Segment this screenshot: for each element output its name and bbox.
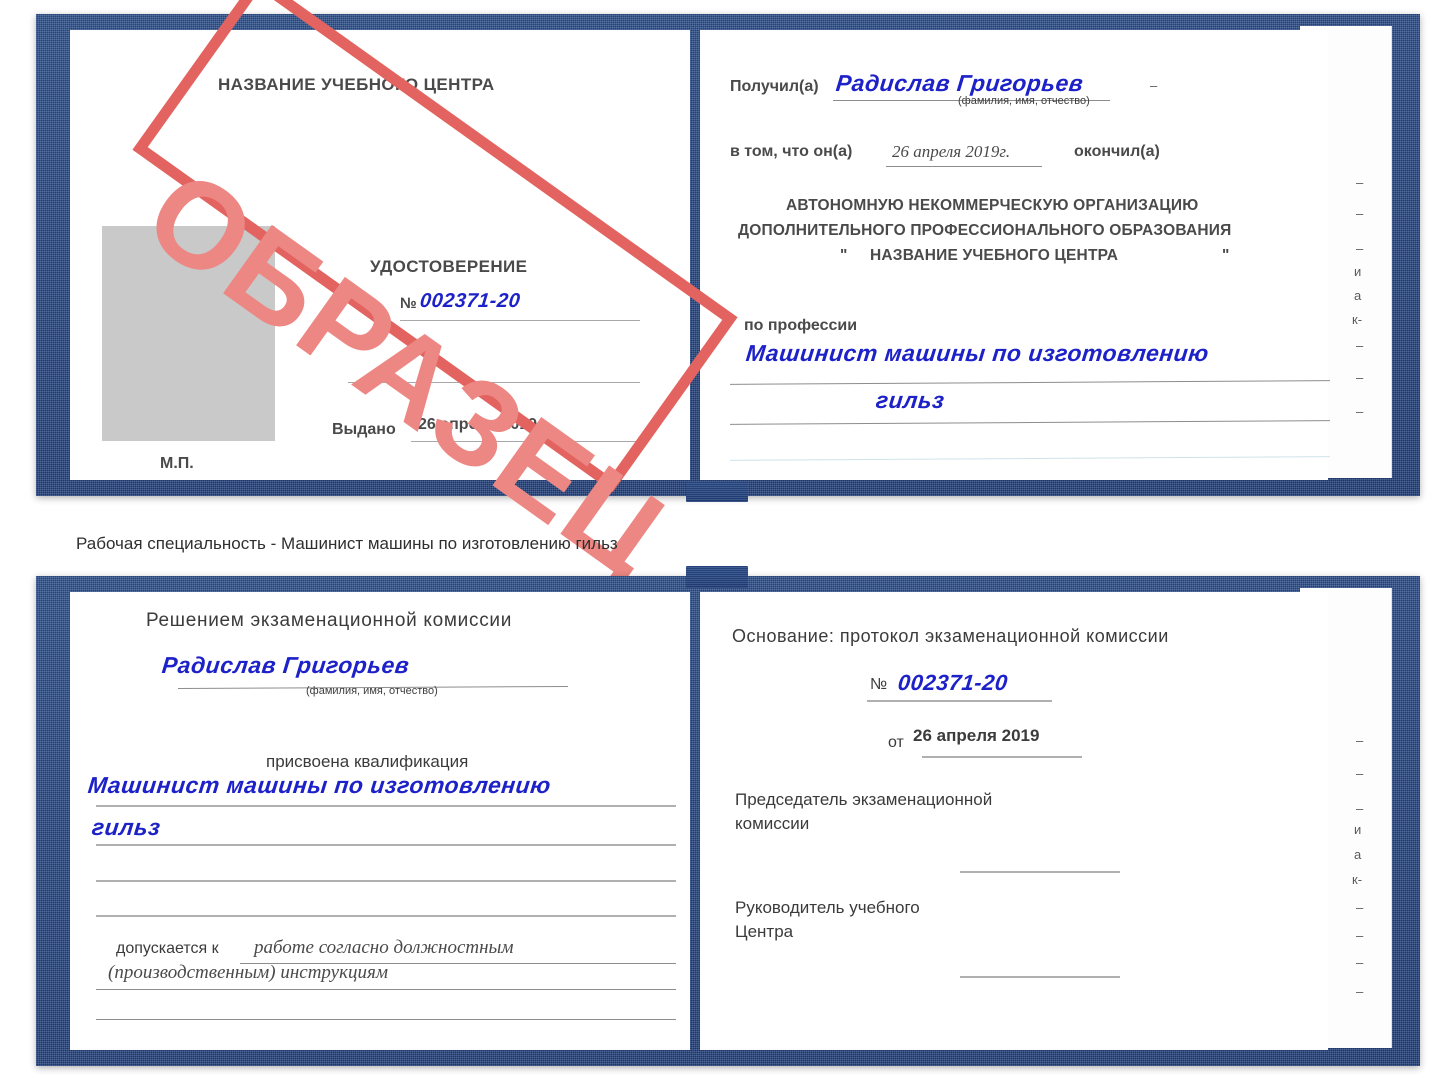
certificate-bottom-right-content: Основание: протокол экзаменационной коми… bbox=[700, 592, 1328, 1050]
basis-label: Основание: протокол экзаменационной коми… bbox=[732, 626, 1169, 646]
edge-mark-top-5: к- bbox=[1352, 312, 1363, 327]
organization-quote-close: " bbox=[1222, 247, 1230, 264]
document-type-label: УДОСТОВЕРЕНИЕ bbox=[370, 257, 528, 276]
head-label-line-1: Руководитель учебного bbox=[735, 898, 920, 917]
head-label-line-2: Центра bbox=[735, 922, 794, 941]
admitted-rule-2 bbox=[96, 989, 676, 990]
qualification-rule-2 bbox=[96, 844, 676, 846]
edge-mark-top-3: и bbox=[1354, 264, 1362, 279]
qualification-rule-1 bbox=[96, 805, 676, 807]
protocol-date-underline bbox=[922, 756, 1082, 758]
edge-mark-top-7: – bbox=[1356, 370, 1364, 385]
qualification-rule-4 bbox=[96, 915, 676, 917]
certificate-number-top-left: 002371-20 bbox=[418, 290, 522, 312]
admitted-rule-3 bbox=[96, 1019, 676, 1020]
certificate-sample-image: НАЗВАНИЕ УЧЕБНОГО ЦЕНТРА УДОСТОВЕРЕНИЕ №… bbox=[0, 0, 1448, 1085]
admitted-label: допускается к bbox=[116, 940, 219, 957]
graduate-name-value: Радислав Григорьев bbox=[160, 652, 411, 678]
admitted-value-line-2: (производственным) инструкциям bbox=[108, 962, 388, 983]
photo-placeholder bbox=[102, 226, 275, 441]
edge-mark-bottom-6: – bbox=[1356, 900, 1364, 915]
edge-mark-bottom-8: – bbox=[1356, 955, 1364, 970]
edge-mark-bottom-9: – bbox=[1356, 984, 1364, 999]
admitted-value-line-1: работе согласно должностным bbox=[254, 937, 514, 958]
profession-rule-2 bbox=[730, 420, 1330, 425]
certificate-bottom-spine-tab-top bbox=[686, 566, 748, 588]
qualification-value-line-1: Машинист машины по изготовлению bbox=[86, 772, 553, 798]
number-symbol-top-left: № bbox=[400, 295, 417, 312]
issued-date-value: 26 апреля 2019 bbox=[418, 416, 538, 433]
issued-underline bbox=[411, 441, 640, 442]
number-underline-top-left bbox=[400, 320, 640, 321]
certificate-top-left-content: НАЗВАНИЕ УЧЕБНОГО ЦЕНТРА УДОСТОВЕРЕНИЕ №… bbox=[70, 30, 690, 480]
head-signature-line bbox=[960, 976, 1120, 978]
edge-mark-bottom-2: – bbox=[1356, 801, 1364, 816]
name-hint-top: (фамилия, имя, отчество) bbox=[958, 95, 1090, 107]
qualification-value-line-2: гильз bbox=[90, 814, 162, 840]
organization-quote-open: " bbox=[840, 247, 848, 264]
image-caption: Рабочая специальность - Машинист машины … bbox=[76, 534, 618, 553]
chairman-label-line-2: комиссии bbox=[735, 814, 810, 833]
finished-label: окончил(а) bbox=[1074, 143, 1160, 160]
certificate-bottom-left-content: Решением экзаменационной комиссии Радисл… bbox=[70, 592, 690, 1050]
blank-line-top-left bbox=[348, 382, 640, 383]
in-that-label: в том, что он(а) bbox=[730, 143, 853, 160]
edge-mark-top-4: а bbox=[1354, 288, 1362, 303]
completion-date-underline bbox=[886, 166, 1042, 167]
chairman-label-line-1: Председатель экзаменационной bbox=[735, 790, 993, 809]
edge-mark-bottom-0: – bbox=[1356, 733, 1364, 748]
edge-mark-top-2: – bbox=[1356, 241, 1364, 256]
edge-mark-top-1: – bbox=[1356, 206, 1364, 221]
completion-date-value: 26 апреля 2019г. bbox=[892, 142, 1011, 161]
received-by-label: Получил(а) bbox=[730, 78, 819, 95]
received-by-value: Радислав Григорьев bbox=[834, 70, 1085, 96]
profession-value-line-2: гильз bbox=[874, 387, 946, 413]
edge-mark-bottom-4: а bbox=[1354, 847, 1362, 862]
profession-label: по профессии bbox=[744, 317, 858, 334]
edge-mark-bottom-3: и bbox=[1354, 822, 1362, 837]
chairman-signature-line bbox=[960, 871, 1120, 873]
edge-mark-bottom-5: к- bbox=[1352, 872, 1363, 887]
protocol-date-label: от bbox=[888, 734, 904, 751]
decision-title: Решением экзаменационной комиссии bbox=[146, 610, 513, 631]
profession-rule-3 bbox=[730, 456, 1330, 461]
organization-line-2: ДОПОЛНИТЕЛЬНОГО ПРОФЕССИОНАЛЬНОГО ОБРАЗО… bbox=[738, 222, 1232, 239]
edge-mark-bottom-7: – bbox=[1356, 928, 1364, 943]
organization-line-3: НАЗВАНИЕ УЧЕБНОГО ЦЕНТРА bbox=[870, 247, 1119, 264]
edge-dash-top-right-0: – bbox=[1150, 78, 1158, 93]
organization-line-1: АВТОНОМНУЮ НЕКОММЕРЧЕСКУЮ ОРГАНИЗАЦИЮ bbox=[786, 197, 1199, 214]
certificate-top-right-content: Получил(а) Радислав Григорьев (фамилия, … bbox=[700, 30, 1330, 480]
qualification-label: присвоена квалификация bbox=[266, 752, 469, 771]
edge-mark-bottom-1: – bbox=[1356, 766, 1364, 781]
profession-value-line-1: Машинист машины по изготовлению bbox=[744, 340, 1211, 366]
seal-place-label: М.П. bbox=[160, 455, 194, 472]
name-hint-bottom: (фамилия, имя, отчество) bbox=[306, 685, 438, 697]
training-center-title: НАЗВАНИЕ УЧЕБНОГО ЦЕНТРА bbox=[218, 75, 495, 94]
protocol-number-underline bbox=[867, 700, 1052, 702]
edge-mark-top-6: – bbox=[1356, 338, 1364, 353]
qualification-rule-3 bbox=[96, 880, 676, 882]
edge-mark-top-8: – bbox=[1356, 404, 1364, 419]
profession-rule-1 bbox=[730, 380, 1330, 385]
issued-label: Выдано bbox=[332, 421, 396, 438]
protocol-number-value: 002371-20 bbox=[896, 670, 1010, 695]
protocol-date-value: 26 апреля 2019 bbox=[913, 726, 1040, 745]
protocol-number-symbol: № bbox=[870, 676, 888, 693]
certificate-top-spine-tab-bottom bbox=[686, 482, 748, 502]
edge-mark-top-0: – bbox=[1356, 175, 1364, 190]
